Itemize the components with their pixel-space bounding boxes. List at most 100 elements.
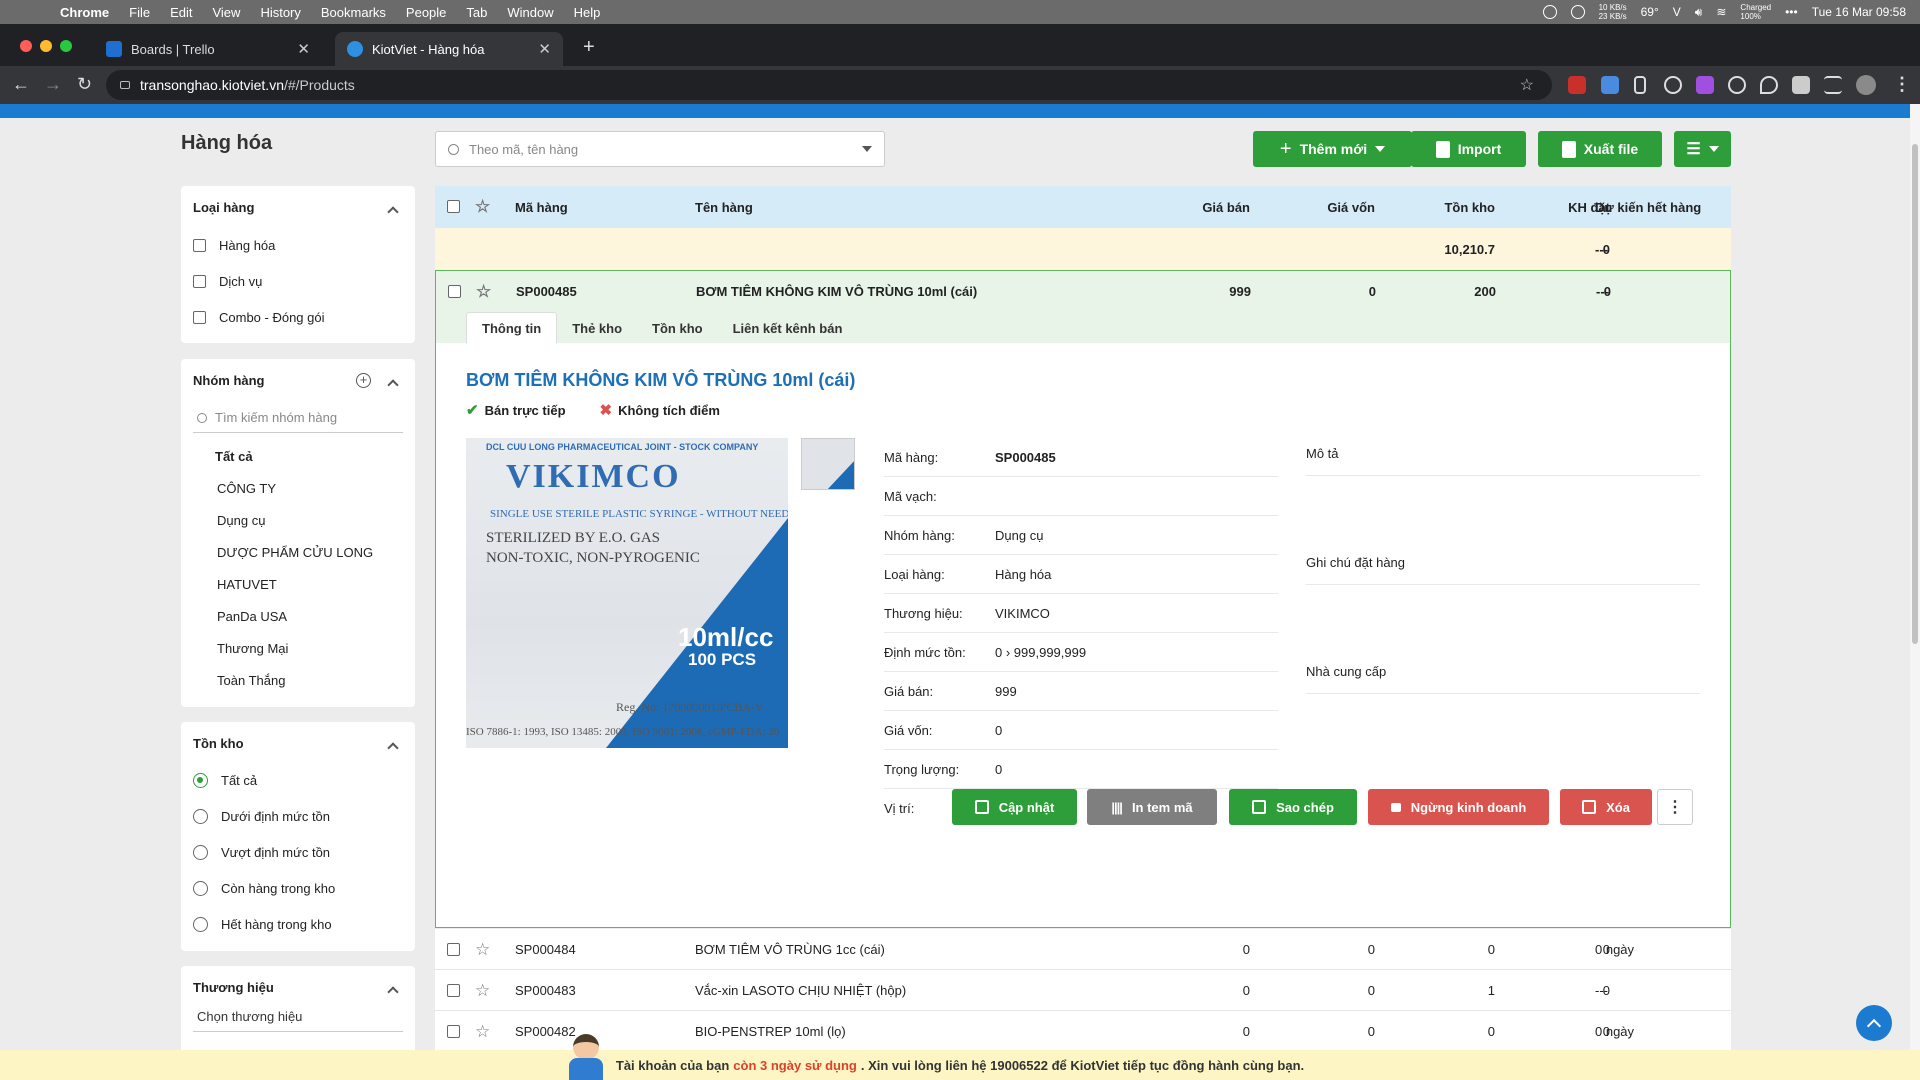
group-item[interactable]: CÔNG TY (217, 481, 276, 496)
search-dropdown-icon[interactable] (862, 146, 872, 152)
product-image-thumbnail[interactable] (801, 438, 855, 490)
group-item[interactable]: PanDa USA (217, 609, 287, 624)
menu-window[interactable]: Window (507, 5, 553, 20)
product-search-input[interactable]: Theo mã, tên hàng (435, 131, 885, 167)
status-ring-icon[interactable] (1570, 5, 1585, 19)
col-cost[interactable]: Giá vốn (1265, 186, 1375, 228)
menu-history[interactable]: History (260, 5, 300, 20)
update-button[interactable]: Cập nhật (952, 789, 1077, 825)
profile-avatar[interactable] (1856, 75, 1876, 95)
tab-inventory[interactable]: Tồn kho (637, 312, 718, 344)
col-price[interactable]: Giá bán (1135, 186, 1250, 228)
address-bar[interactable]: transonghao.kiotviet.vn/#/Products ☆ (106, 70, 1552, 100)
extension-wand-icon[interactable] (1696, 76, 1714, 94)
stock-option-all[interactable]: Tất cả (193, 773, 257, 788)
datetime[interactable]: Tue 16 Mar 09:58 (1812, 5, 1906, 19)
status-check-icon[interactable] (1542, 5, 1557, 19)
wifi-icon[interactable]: ≋ (1716, 5, 1726, 19)
close-tab-icon[interactable]: ✕ (297, 40, 310, 58)
extension-todo-icon[interactable] (1568, 76, 1586, 94)
bookmark-star-icon[interactable]: ☆ (1520, 75, 1534, 95)
star-icon[interactable]: ☆ (475, 941, 490, 959)
radio[interactable] (193, 881, 208, 896)
volume-icon[interactable]: 🔊︎ (1695, 5, 1703, 20)
battery-status[interactable]: Charged 100% (1740, 3, 1771, 21)
extensions-puzzle-icon[interactable] (1792, 76, 1810, 94)
menu-app-name[interactable]: Chrome (60, 5, 109, 20)
group-item[interactable]: Thương Mại (217, 641, 288, 656)
table-row[interactable]: ☆ SP000482 BIO-PENSTREP 10ml (lọ) 0 0 0 … (435, 1011, 1731, 1052)
stock-option-out-of-stock[interactable]: Hết hàng trong kho (193, 917, 332, 932)
notice-highlight[interactable]: còn 3 ngày sử dụng (733, 1058, 857, 1073)
export-file-button[interactable]: Xuất file (1538, 131, 1662, 167)
filter-option-combo[interactable]: Combo - Đóng gói (193, 310, 325, 325)
reading-list-icon[interactable] (1824, 76, 1842, 94)
stop-selling-button[interactable]: Ngừng kinh doanh (1368, 789, 1549, 825)
row-checkbox[interactable] (447, 943, 460, 956)
checkbox[interactable] (193, 311, 206, 324)
brand-select[interactable]: Chọn thương hiệu (193, 1002, 403, 1032)
col-name[interactable]: Tên hàng (695, 186, 753, 228)
tab-trello[interactable]: Boards | Trello ✕ (94, 32, 322, 66)
collapse-icon[interactable] (387, 742, 399, 754)
forward-icon[interactable]: → (44, 74, 62, 95)
menu-tab[interactable]: Tab (466, 5, 487, 20)
filter-option-goods[interactable]: Hàng hóa (193, 238, 275, 253)
scroll-to-top-button[interactable] (1856, 1005, 1892, 1041)
radio[interactable] (193, 845, 208, 860)
row-checkbox[interactable] (447, 984, 460, 997)
radio[interactable] (193, 809, 208, 824)
row-checkbox[interactable] (447, 1025, 460, 1038)
group-item[interactable]: Toàn Thắng (217, 673, 285, 688)
menu-file[interactable]: File (129, 5, 150, 20)
back-icon[interactable]: ← (12, 74, 30, 95)
tab-kiotviet[interactable]: KiotViet - Hàng hóa ✕ (335, 32, 563, 66)
delete-button[interactable]: Xóa (1560, 789, 1652, 825)
collapse-icon[interactable] (387, 986, 399, 998)
copy-button[interactable]: Sao chép (1229, 789, 1357, 825)
group-item[interactable]: Dụng cụ (217, 513, 265, 528)
checkbox[interactable] (193, 275, 206, 288)
star-icon[interactable]: ☆ (475, 198, 490, 216)
close-window-icon[interactable] (20, 40, 32, 52)
filter-option-service[interactable]: Dịch vụ (193, 274, 262, 289)
radio[interactable] (193, 917, 208, 932)
menu-bookmarks[interactable]: Bookmarks (321, 5, 386, 20)
product-image[interactable]: DCL CUU LONG PHARMACEUTICAL JOINT - STOC… (466, 438, 788, 748)
stock-option-in-stock[interactable]: Còn hàng trong kho (193, 881, 335, 896)
table-row[interactable]: ☆ SP000483 Vắc-xin LASOTO CHỊU NHIỆT (hộ… (435, 970, 1731, 1011)
collapse-icon[interactable] (387, 379, 399, 391)
scrollbar-thumb[interactable] (1912, 144, 1918, 644)
expanded-row[interactable]: ☆ SP000485 BƠM TIÊM KHÔNG KIM VÔ TRÙNG 1… (436, 271, 1730, 344)
group-item[interactable]: HATUVET (217, 577, 277, 592)
extension-target-icon[interactable] (1728, 76, 1746, 94)
add-new-button[interactable]: + Thêm mới (1253, 131, 1412, 167)
radio-selected[interactable] (193, 773, 208, 788)
minimize-window-icon[interactable] (40, 40, 52, 52)
import-button[interactable]: Import (1411, 131, 1526, 167)
column-view-button[interactable]: ☰ (1674, 131, 1731, 167)
page-scrollbar[interactable] (1910, 104, 1920, 1050)
group-search-input[interactable]: Tìm kiếm nhóm hàng (193, 403, 403, 433)
star-icon[interactable]: ☆ (476, 283, 491, 301)
tab-stock-card[interactable]: Thẻ kho (557, 312, 637, 344)
menu-people[interactable]: People (406, 5, 446, 20)
group-item[interactable]: DƯỢC PHẨM CỬU LONG (217, 545, 373, 560)
stock-option-below-min[interactable]: Dưới định mức tồn (193, 809, 330, 824)
star-icon[interactable]: ☆ (475, 1023, 490, 1041)
zoom-window-icon[interactable] (60, 40, 72, 52)
group-item-all[interactable]: Tất cả (215, 449, 253, 464)
tab-sales-channels[interactable]: Liên kết kênh bán (718, 312, 858, 344)
tab-info[interactable]: Thông tin (466, 312, 558, 344)
row-checkbox[interactable] (448, 285, 461, 298)
close-tab-icon[interactable]: ✕ (538, 40, 551, 58)
lock-icon[interactable] (120, 81, 130, 89)
col-stock[interactable]: Tồn kho (1385, 186, 1495, 228)
add-group-icon[interactable]: + (356, 373, 371, 388)
col-code[interactable]: Mã hàng (515, 186, 568, 228)
more-actions-icon[interactable]: ⋮ (1657, 789, 1693, 825)
checkbox[interactable] (193, 239, 206, 252)
reload-icon[interactable]: ↻ (77, 74, 92, 95)
menu-help[interactable]: Help (574, 5, 601, 20)
extension-phone-icon[interactable] (1634, 76, 1646, 94)
